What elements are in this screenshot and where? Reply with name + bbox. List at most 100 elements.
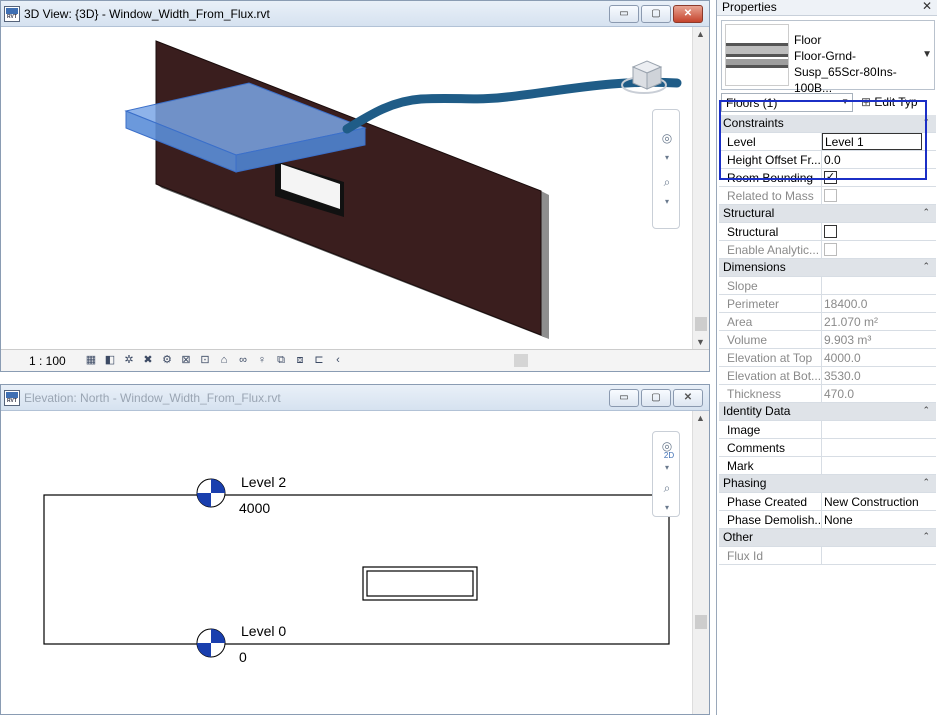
param-row: Slope: [719, 277, 936, 295]
render-icon[interactable]: ⚙: [159, 353, 175, 368]
image-field[interactable]: [821, 421, 936, 438]
sun-path-icon[interactable]: ✲: [121, 353, 137, 368]
highlight-displacement-icon[interactable]: ⊏: [311, 353, 327, 368]
view-3d-vertical-scrollbar[interactable]: ▲ ▼: [692, 27, 709, 349]
scroll-down-icon[interactable]: ▼: [696, 337, 705, 347]
level-0-head-icon[interactable]: [196, 628, 226, 658]
restore-button[interactable]: ▢: [641, 5, 671, 23]
crop-region-icon[interactable]: ⊡: [197, 353, 213, 368]
group-other[interactable]: Other ⌃: [719, 529, 936, 547]
phase-demolished-field[interactable]: None: [821, 511, 936, 528]
view-scale[interactable]: 1 : 100: [29, 354, 66, 368]
elevation-top-value: 4000.0: [821, 349, 936, 366]
scroll-up-icon[interactable]: ▲: [696, 413, 705, 423]
steering-wheel-icon[interactable]: ◎: [657, 128, 677, 148]
level-2-name[interactable]: Level 2: [241, 474, 286, 490]
revit-file-icon: RVT: [4, 390, 20, 406]
type-family: Floor: [794, 33, 822, 47]
phase-created-field[interactable]: New Construction: [821, 493, 936, 510]
view-3d-titlebar[interactable]: RVT 3D View: {3D} - Window_Width_From_Fl…: [1, 1, 709, 27]
param-row: Volume 9.903 m³: [719, 331, 936, 349]
level-0-name[interactable]: Level 0: [241, 623, 286, 639]
detail-level-icon[interactable]: ▦: [83, 353, 99, 368]
collapse-icon[interactable]: ⌃: [922, 477, 930, 488]
minimize-button[interactable]: ▭: [609, 5, 639, 23]
chevron-down-icon[interactable]: ▾: [657, 458, 677, 478]
param-row[interactable]: Phase Demolish... None: [719, 511, 936, 529]
navigation-bar[interactable]: ◎ ▾ ⌕ ▾: [652, 109, 680, 229]
chevron-down-icon[interactable]: ▾: [657, 498, 677, 518]
zoom-region-icon[interactable]: ⌕: [657, 172, 677, 192]
param-row[interactable]: Structural: [719, 223, 936, 241]
group-structural[interactable]: Structural ⌃: [719, 205, 936, 223]
scroll-up-icon[interactable]: ▲: [696, 29, 705, 39]
view-cube[interactable]: [621, 60, 667, 94]
comments-field[interactable]: [821, 439, 936, 456]
group-dimensions[interactable]: Dimensions ⌃: [719, 259, 936, 277]
view-3d-window[interactable]: RVT 3D View: {3D} - Window_Width_From_Fl…: [0, 0, 710, 372]
param-row: Elevation at Bot... 3530.0: [719, 367, 936, 385]
collapse-icon[interactable]: ⌃: [922, 405, 930, 416]
horizontal-scroll-thumb[interactable]: [514, 354, 528, 367]
type-dropdown-icon[interactable]: ▼: [922, 49, 932, 60]
volume-value: 9.903 m³: [821, 331, 936, 348]
type-name-line2: Susp_65Scr-80Ins-100B...: [794, 65, 897, 95]
model-canvas-3d[interactable]: [1, 27, 691, 349]
revit-workspace: RVT 3D View: {3D} - Window_Width_From_Fl…: [0, 0, 937, 715]
chevron-down-icon[interactable]: ▾: [657, 192, 677, 212]
param-row: Flux Id: [719, 547, 936, 565]
slope-value: [821, 277, 936, 294]
properties-titlebar[interactable]: Properties ✕: [717, 0, 937, 16]
close-button[interactable]: ✕: [673, 5, 703, 23]
window-elevation-inner: [366, 570, 474, 597]
view-control-bar: 1 : 100 ▦ ◧ ✲ ✖ ⚙ ⊠ ⊡ ⌂ ∞ ♀ ⧉ ⧈ ⊏ ‹: [1, 349, 709, 371]
param-row: Elevation at Top 4000.0: [719, 349, 936, 367]
window-elevation-outer[interactable]: [362, 566, 478, 601]
scroll-left-icon[interactable]: ‹: [330, 353, 346, 368]
param-row[interactable]: Image: [719, 421, 936, 439]
elevation-window[interactable]: RVT Elevation: North - Window_Width_From…: [0, 384, 710, 715]
structural-checkbox[interactable]: [824, 225, 837, 238]
lock-view-icon[interactable]: ⌂: [216, 353, 232, 368]
param-row: Enable Analytic...: [719, 241, 936, 259]
param-row[interactable]: Mark: [719, 457, 936, 475]
group-phasing[interactable]: Phasing ⌃: [719, 475, 936, 493]
mark-field[interactable]: [821, 457, 936, 474]
collapse-icon[interactable]: ⌃: [922, 531, 930, 542]
navigation-bar[interactable]: ◎ 2D ▾ ⌕ ▾: [652, 431, 680, 517]
restore-button[interactable]: ▢: [641, 389, 671, 407]
properties-grid: Constraints ⌃ Level Level 1 Height Offset …: [719, 115, 936, 565]
group-identity-data[interactable]: Identity Data ⌃: [719, 403, 936, 421]
elevation-canvas[interactable]: [1, 411, 691, 715]
elevation-titlebar[interactable]: RVT Elevation: North - Window_Width_From…: [1, 385, 709, 411]
visual-style-icon[interactable]: ◧: [102, 353, 118, 368]
crop-view-icon[interactable]: ⊠: [178, 353, 194, 368]
collapse-icon[interactable]: ⌃: [922, 261, 930, 272]
minimize-button[interactable]: ▭: [609, 389, 639, 407]
wall-face[interactable]: [155, 40, 542, 336]
param-row: Related to Mass: [719, 187, 936, 205]
param-row[interactable]: Comments: [719, 439, 936, 457]
scroll-thumb[interactable]: [695, 615, 707, 629]
zoom-region-icon[interactable]: ⌕: [657, 478, 677, 498]
param-row[interactable]: Phase Created New Construction: [719, 493, 936, 511]
close-button[interactable]: ✕: [673, 389, 703, 407]
scroll-thumb[interactable]: [695, 317, 707, 331]
wall-right-edge: [541, 191, 549, 339]
param-row: Thickness 470.0: [719, 385, 936, 403]
constraints-icon[interactable]: ⧈: [292, 353, 308, 368]
reveal-hidden-icon[interactable]: ♀: [254, 353, 270, 368]
elevation-vertical-scrollbar[interactable]: ▲: [692, 411, 709, 714]
collapse-icon[interactable]: ⌃: [922, 207, 930, 218]
level-2-head-icon[interactable]: [196, 478, 226, 508]
type-name-line1: Floor-Grnd-: [794, 49, 857, 63]
temporary-hide-icon[interactable]: ∞: [235, 353, 251, 368]
perimeter-value: 18400.0: [821, 295, 936, 312]
close-icon[interactable]: ✕: [922, 0, 932, 13]
type-selector[interactable]: Floor Floor-Grnd- Susp_65Scr-80Ins-100B.…: [721, 20, 935, 95]
analytical-model-icon[interactable]: ⧉: [273, 353, 289, 368]
chevron-down-icon[interactable]: ▾: [657, 148, 677, 168]
shadows-icon[interactable]: ✖: [140, 353, 156, 368]
wall-elevation-outline[interactable]: [43, 494, 670, 645]
flux-id-value: [821, 547, 936, 564]
